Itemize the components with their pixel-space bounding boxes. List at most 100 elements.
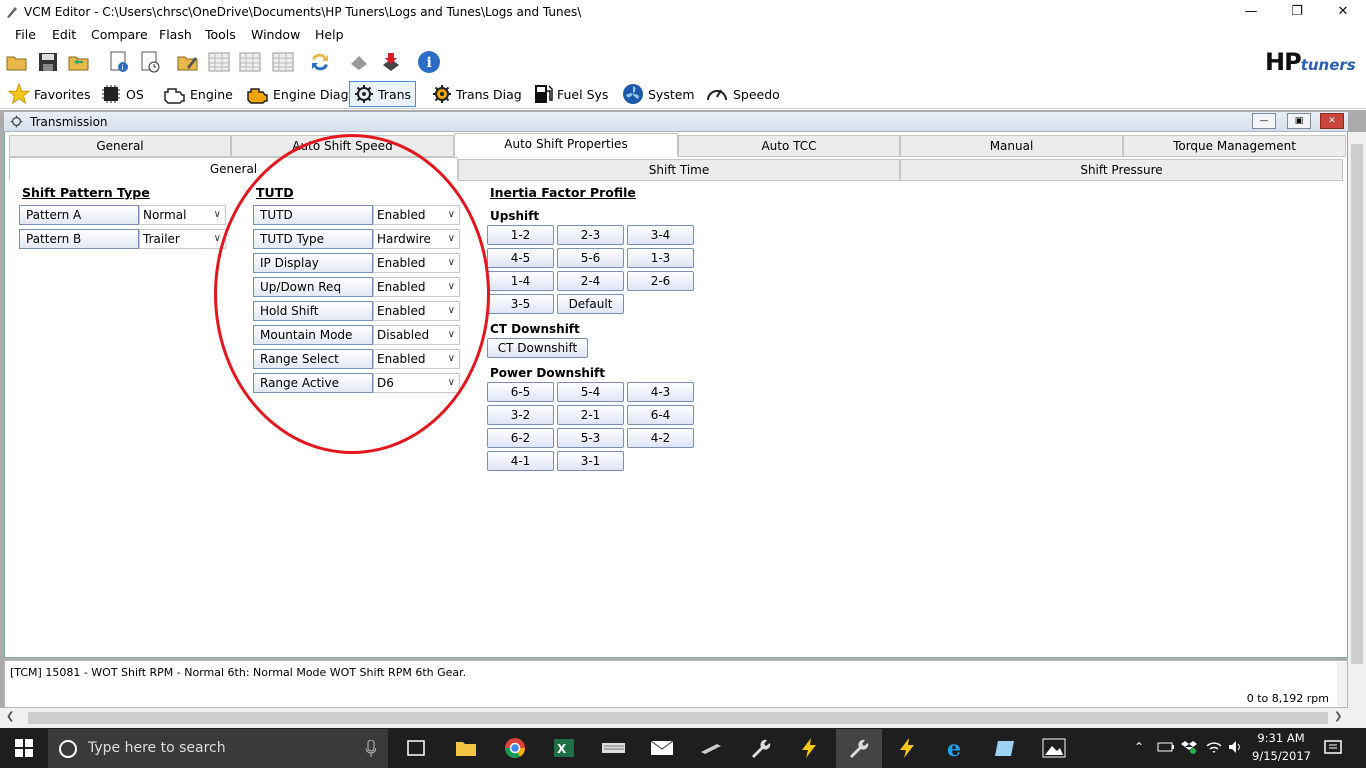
horizontal-scroll-thumb[interactable] xyxy=(28,712,1328,724)
category-speedo[interactable]: Speedo xyxy=(701,81,784,107)
upshift-button[interactable]: 4-5 xyxy=(487,248,554,268)
tutd-row-select[interactable]: Hardwire ∨ xyxy=(373,229,460,249)
minimize-button[interactable]: — xyxy=(1228,0,1274,24)
menu-tools[interactable]: Tools xyxy=(205,27,236,42)
upshift-button[interactable]: 1-4 xyxy=(487,271,554,291)
subtab-general[interactable]: General xyxy=(9,157,458,181)
tab-manual[interactable]: Manual xyxy=(900,135,1123,157)
file-info-icon[interactable]: i xyxy=(106,50,132,74)
power-downshift-button[interactable]: 2-1 xyxy=(557,405,624,425)
tutd-row-select[interactable]: Enabled ∨ xyxy=(373,301,460,321)
vcm-editor-taskbar-icon[interactable] xyxy=(846,736,870,760)
upshift-button[interactable]: 1-2 xyxy=(487,225,554,245)
upshift-button[interactable]: 3-4 xyxy=(627,225,694,245)
convert-icon[interactable] xyxy=(307,50,333,74)
lightning-icon[interactable] xyxy=(797,736,821,760)
category-engine-diag[interactable]: Engine Diag xyxy=(241,81,353,107)
wifi-icon[interactable] xyxy=(1206,740,1222,757)
vertical-scrollbar[interactable] xyxy=(1348,132,1366,708)
lightning-icon[interactable] xyxy=(895,736,919,760)
power-downshift-button[interactable]: 3-1 xyxy=(557,451,624,471)
power-downshift-button[interactable]: 5-3 xyxy=(557,428,624,448)
menu-edit[interactable]: Edit xyxy=(52,27,76,42)
write-vehicle-icon[interactable] xyxy=(378,50,404,74)
power-downshift-button[interactable]: 5-4 xyxy=(557,382,624,402)
category-engine[interactable]: Engine xyxy=(158,81,237,107)
subtab-shift-pressure[interactable]: Shift Pressure xyxy=(900,159,1343,181)
upshift-button[interactable]: 2-6 xyxy=(627,271,694,291)
power-downshift-button[interactable]: 6-5 xyxy=(487,382,554,402)
child-close-button[interactable]: ✕ xyxy=(1320,113,1344,129)
tab-general[interactable]: General xyxy=(9,135,231,157)
file-explorer-icon[interactable] xyxy=(454,736,478,760)
save-icon[interactable] xyxy=(35,50,61,74)
taskbar-search-box[interactable]: Type here to search xyxy=(48,729,388,768)
tab-torque-management[interactable]: Torque Management xyxy=(1123,135,1346,157)
pattern-b-select[interactable]: Trailer ∨ xyxy=(139,229,226,249)
task-view-icon[interactable] xyxy=(404,736,428,760)
child-maximize-button[interactable]: ▣ xyxy=(1287,113,1311,129)
category-trans-diag[interactable]: Trans Diag xyxy=(428,81,526,107)
open-icon[interactable] xyxy=(4,50,30,74)
menu-help[interactable]: Help xyxy=(315,27,344,42)
upshift-button[interactable]: 2-4 xyxy=(557,271,624,291)
ct-downshift-button[interactable]: CT Downshift xyxy=(487,338,588,358)
dropbox-icon[interactable] xyxy=(1181,739,1197,758)
keyboard-app-icon[interactable] xyxy=(601,736,625,760)
interface-cable-icon[interactable] xyxy=(699,736,723,760)
upshift-button[interactable]: Default xyxy=(557,294,624,314)
category-fuel-sys[interactable]: Fuel Sys xyxy=(529,81,612,107)
power-downshift-button[interactable]: 4-2 xyxy=(627,428,694,448)
menu-flash[interactable]: Flash xyxy=(159,27,192,42)
tutd-row-select[interactable]: D6 ∨ xyxy=(373,373,460,393)
menu-window[interactable]: Window xyxy=(251,27,300,42)
vertical-scroll-thumb[interactable] xyxy=(1351,144,1363,664)
close-button[interactable]: ✕ xyxy=(1320,0,1366,24)
read-vehicle-icon[interactable] xyxy=(346,50,372,74)
battery-icon[interactable] xyxy=(1157,741,1175,756)
notifications-icon[interactable] xyxy=(1324,739,1342,760)
file-history-icon[interactable] xyxy=(137,50,163,74)
volume-icon[interactable] xyxy=(1228,740,1244,757)
upshift-button[interactable]: 2-3 xyxy=(557,225,624,245)
tab-auto-shift-properties[interactable]: Auto Shift Properties xyxy=(454,133,678,157)
upshift-button[interactable]: 5-6 xyxy=(557,248,624,268)
info-icon[interactable]: i xyxy=(416,50,442,74)
category-system[interactable]: System xyxy=(618,81,699,107)
table-grid-icon[interactable] xyxy=(270,50,296,74)
category-trans[interactable]: Trans xyxy=(349,81,417,107)
scroll-right-arrow[interactable]: ❯ xyxy=(1334,711,1342,722)
upshift-button[interactable]: 3-5 xyxy=(487,294,554,314)
clock-date[interactable]: 9/15/2017 xyxy=(1252,749,1311,763)
open-recent-icon[interactable] xyxy=(66,50,92,74)
power-downshift-button[interactable]: 6-2 xyxy=(487,428,554,448)
menu-compare[interactable]: Compare xyxy=(91,27,148,42)
tutd-row-select[interactable]: Enabled ∨ xyxy=(373,349,460,369)
tutd-row-select[interactable]: Enabled ∨ xyxy=(373,205,460,225)
tab-auto-tcc[interactable]: Auto TCC xyxy=(678,135,900,157)
chrome-icon[interactable] xyxy=(503,736,527,760)
photos-icon[interactable] xyxy=(1042,736,1066,760)
pattern-a-select[interactable]: Normal ∨ xyxy=(139,205,226,225)
tutd-row-select[interactable]: Disabled ∨ xyxy=(373,325,460,345)
menu-file[interactable]: File xyxy=(15,27,36,42)
mail-icon[interactable] xyxy=(650,736,674,760)
table-icon[interactable] xyxy=(206,50,232,74)
chevron-up-icon[interactable]: ⌃ xyxy=(1134,740,1144,754)
scroll-left-arrow[interactable]: ❮ xyxy=(6,711,14,722)
power-downshift-button[interactable]: 3-2 xyxy=(487,405,554,425)
table-compare-icon[interactable] xyxy=(237,50,263,74)
power-downshift-button[interactable]: 4-3 xyxy=(627,382,694,402)
upshift-button[interactable]: 1-3 xyxy=(627,248,694,268)
notebook-icon[interactable] xyxy=(993,736,1017,760)
category-os[interactable]: OS xyxy=(96,81,148,107)
tutd-row-select[interactable]: Enabled ∨ xyxy=(373,277,460,297)
subtab-shift-time[interactable]: Shift Time xyxy=(458,159,900,181)
power-downshift-button[interactable]: 4-1 xyxy=(487,451,554,471)
windows-start-icon[interactable] xyxy=(12,736,36,760)
internet-explorer-icon[interactable]: e xyxy=(944,736,968,760)
power-downshift-button[interactable]: 6-4 xyxy=(627,405,694,425)
wrench-icon[interactable] xyxy=(748,736,772,760)
maximize-button[interactable]: ❐ xyxy=(1274,0,1320,24)
tab-auto-shift-speed[interactable]: Auto Shift Speed xyxy=(231,135,454,157)
